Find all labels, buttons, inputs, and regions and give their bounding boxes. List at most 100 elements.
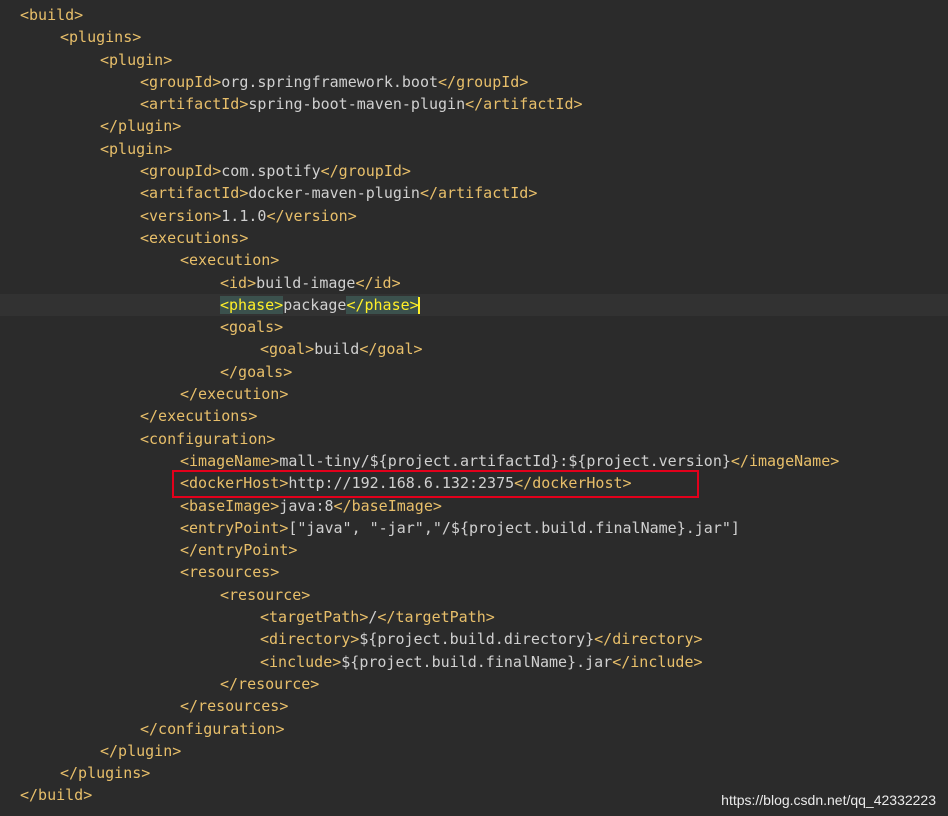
xml-tag: <resources>: [180, 563, 280, 582]
xml-tag: <plugin>: [100, 139, 173, 158]
code-line[interactable]: <phase>package</phase>: [0, 293, 948, 317]
code-editor[interactable]: <build> <plugins> <plugin> <groupId>org.spr…: [0, 0, 948, 816]
code-text: com.spotify: [221, 162, 321, 181]
xml-tag: </dockerHost>: [514, 474, 632, 493]
xml-tag: <plugins>: [60, 28, 142, 47]
code-line[interactable]: <version>1.1.0</version>: [0, 205, 948, 227]
code-text: org.springframework.boot: [221, 72, 439, 91]
code-line[interactable]: </configuration>: [0, 718, 948, 740]
code-line[interactable]: </plugin>: [0, 115, 948, 137]
code-text: ${project.build.finalName}.jar: [341, 652, 613, 671]
code-line[interactable]: <resource>: [0, 584, 948, 606]
code-line[interactable]: </executions>: [0, 405, 948, 427]
xml-tag: </baseImage>: [333, 496, 442, 515]
code-line[interactable]: <resources>: [0, 561, 948, 583]
xml-tag: <groupId>: [140, 72, 222, 91]
code-line[interactable]: </goals>: [0, 361, 948, 383]
code-line[interactable]: <executions>: [0, 227, 948, 249]
xml-tag: </plugin>: [100, 117, 182, 136]
xml-tag: </imageName>: [730, 451, 840, 470]
code-text: package: [283, 295, 347, 314]
xml-tag: <phase>: [220, 295, 284, 314]
xml-tag: <configuration>: [140, 429, 276, 448]
code-line[interactable]: <groupId>org.springframework.boot</group…: [0, 71, 948, 93]
code-text: mall-tiny/${project.artifactId}:${projec…: [279, 451, 731, 470]
code-area[interactable]: <build> <plugins> <plugin> <groupId>org.spr…: [0, 4, 948, 807]
code-line[interactable]: <build>: [0, 4, 948, 26]
xml-tag: <goal>: [260, 340, 315, 359]
xml-tag: </resource>: [220, 674, 320, 693]
xml-tag: </artifactId>: [465, 95, 583, 114]
xml-tag: </phase>: [346, 295, 419, 314]
code-text: docker-maven-plugin: [248, 184, 420, 203]
text-cursor: [417, 296, 420, 314]
code-text: spring-boot-maven-plugin: [248, 95, 466, 114]
code-line[interactable]: <baseImage>java:8</baseImage>: [0, 495, 948, 517]
code-line[interactable]: <include>${project.build.finalName}.jar<…: [0, 651, 948, 673]
code-line[interactable]: <goal>build</goal>: [0, 338, 948, 360]
code-line[interactable]: <id>build-image</id>: [0, 272, 948, 294]
xml-tag: <groupId>: [140, 162, 222, 181]
code-text: java:8: [279, 496, 334, 515]
code-line[interactable]: </resource>: [0, 673, 948, 695]
xml-tag: <baseImage>: [180, 496, 280, 515]
code-line[interactable]: <goals>: [0, 316, 948, 338]
code-line[interactable]: </entryPoint>: [0, 539, 948, 561]
code-text: build: [314, 340, 360, 359]
code-line[interactable]: </plugin>: [0, 740, 948, 762]
code-line[interactable]: </execution>: [0, 383, 948, 405]
code-line[interactable]: </plugins>: [0, 762, 948, 784]
code-text: http://192.168.6.132:2375: [288, 474, 515, 493]
xml-tag: <include>: [260, 652, 342, 671]
code-line[interactable]: <plugins>: [0, 26, 948, 48]
code-line[interactable]: <plugin>: [0, 49, 948, 71]
xml-tag: <targetPath>: [260, 608, 369, 627]
code-line[interactable]: <plugin>: [0, 138, 948, 160]
code-line[interactable]: <entryPoint>["java", "-jar","/${project.…: [0, 517, 948, 539]
xml-tag: <entryPoint>: [180, 518, 289, 537]
xml-tag: </entryPoint>: [180, 541, 298, 560]
xml-tag: </plugins>: [60, 764, 151, 783]
code-text: 1.1.0: [221, 206, 267, 225]
xml-tag: </goal>: [359, 340, 423, 359]
xml-tag: <executions>: [140, 228, 249, 247]
xml-tag: </targetPath>: [377, 608, 495, 627]
xml-tag: </configuration>: [140, 719, 285, 738]
xml-tag: </executions>: [140, 407, 258, 426]
xml-tag: <artifactId>: [140, 184, 249, 203]
xml-tag: <artifactId>: [140, 95, 249, 114]
code-line[interactable]: </resources>: [0, 695, 948, 717]
xml-tag: <imageName>: [180, 451, 280, 470]
code-text: ["java", "-jar","/${project.build.finalN…: [288, 518, 740, 537]
xml-tag: </groupId>: [320, 162, 411, 181]
xml-tag: <directory>: [260, 630, 360, 649]
code-text: ${project.build.directory}: [359, 630, 595, 649]
xml-tag: </execution>: [180, 385, 289, 404]
code-line[interactable]: <directory>${project.build.directory}</d…: [0, 628, 948, 650]
code-line[interactable]: <configuration>: [0, 428, 948, 450]
code-text: build-image: [256, 273, 356, 292]
xml-tag: </directory>: [594, 630, 703, 649]
xml-tag: <resource>: [220, 585, 311, 604]
xml-tag: </groupId>: [438, 72, 529, 91]
watermark: https://blog.csdn.net/qq_42332223: [721, 792, 936, 808]
xml-tag: </goals>: [220, 362, 293, 381]
xml-tag: <dockerHost>: [180, 474, 289, 493]
xml-tag: <build>: [20, 6, 84, 24]
code-line[interactable]: <artifactId>spring-boot-maven-plugin</ar…: [0, 93, 948, 115]
xml-tag: </plugin>: [100, 741, 182, 760]
xml-tag: </id>: [355, 273, 401, 292]
xml-tag: <goals>: [220, 318, 284, 337]
code-line[interactable]: <artifactId>docker-maven-plugin</artifac…: [0, 182, 948, 204]
xml-tag: </version>: [266, 206, 357, 225]
code-line[interactable]: <targetPath>/</targetPath>: [0, 606, 948, 628]
code-line[interactable]: <execution>: [0, 249, 948, 271]
xml-tag: </resources>: [180, 697, 289, 716]
xml-tag: </build>: [20, 786, 93, 805]
code-line[interactable]: <dockerHost>http://192.168.6.132:2375</d…: [0, 472, 948, 494]
code-line[interactable]: <groupId>com.spotify</groupId>: [0, 160, 948, 182]
xml-tag: <plugin>: [100, 50, 173, 69]
code-line[interactable]: <imageName>mall-tiny/${project.artifactI…: [0, 450, 948, 472]
xml-tag: <id>: [220, 273, 257, 292]
xml-tag: </include>: [612, 652, 703, 671]
